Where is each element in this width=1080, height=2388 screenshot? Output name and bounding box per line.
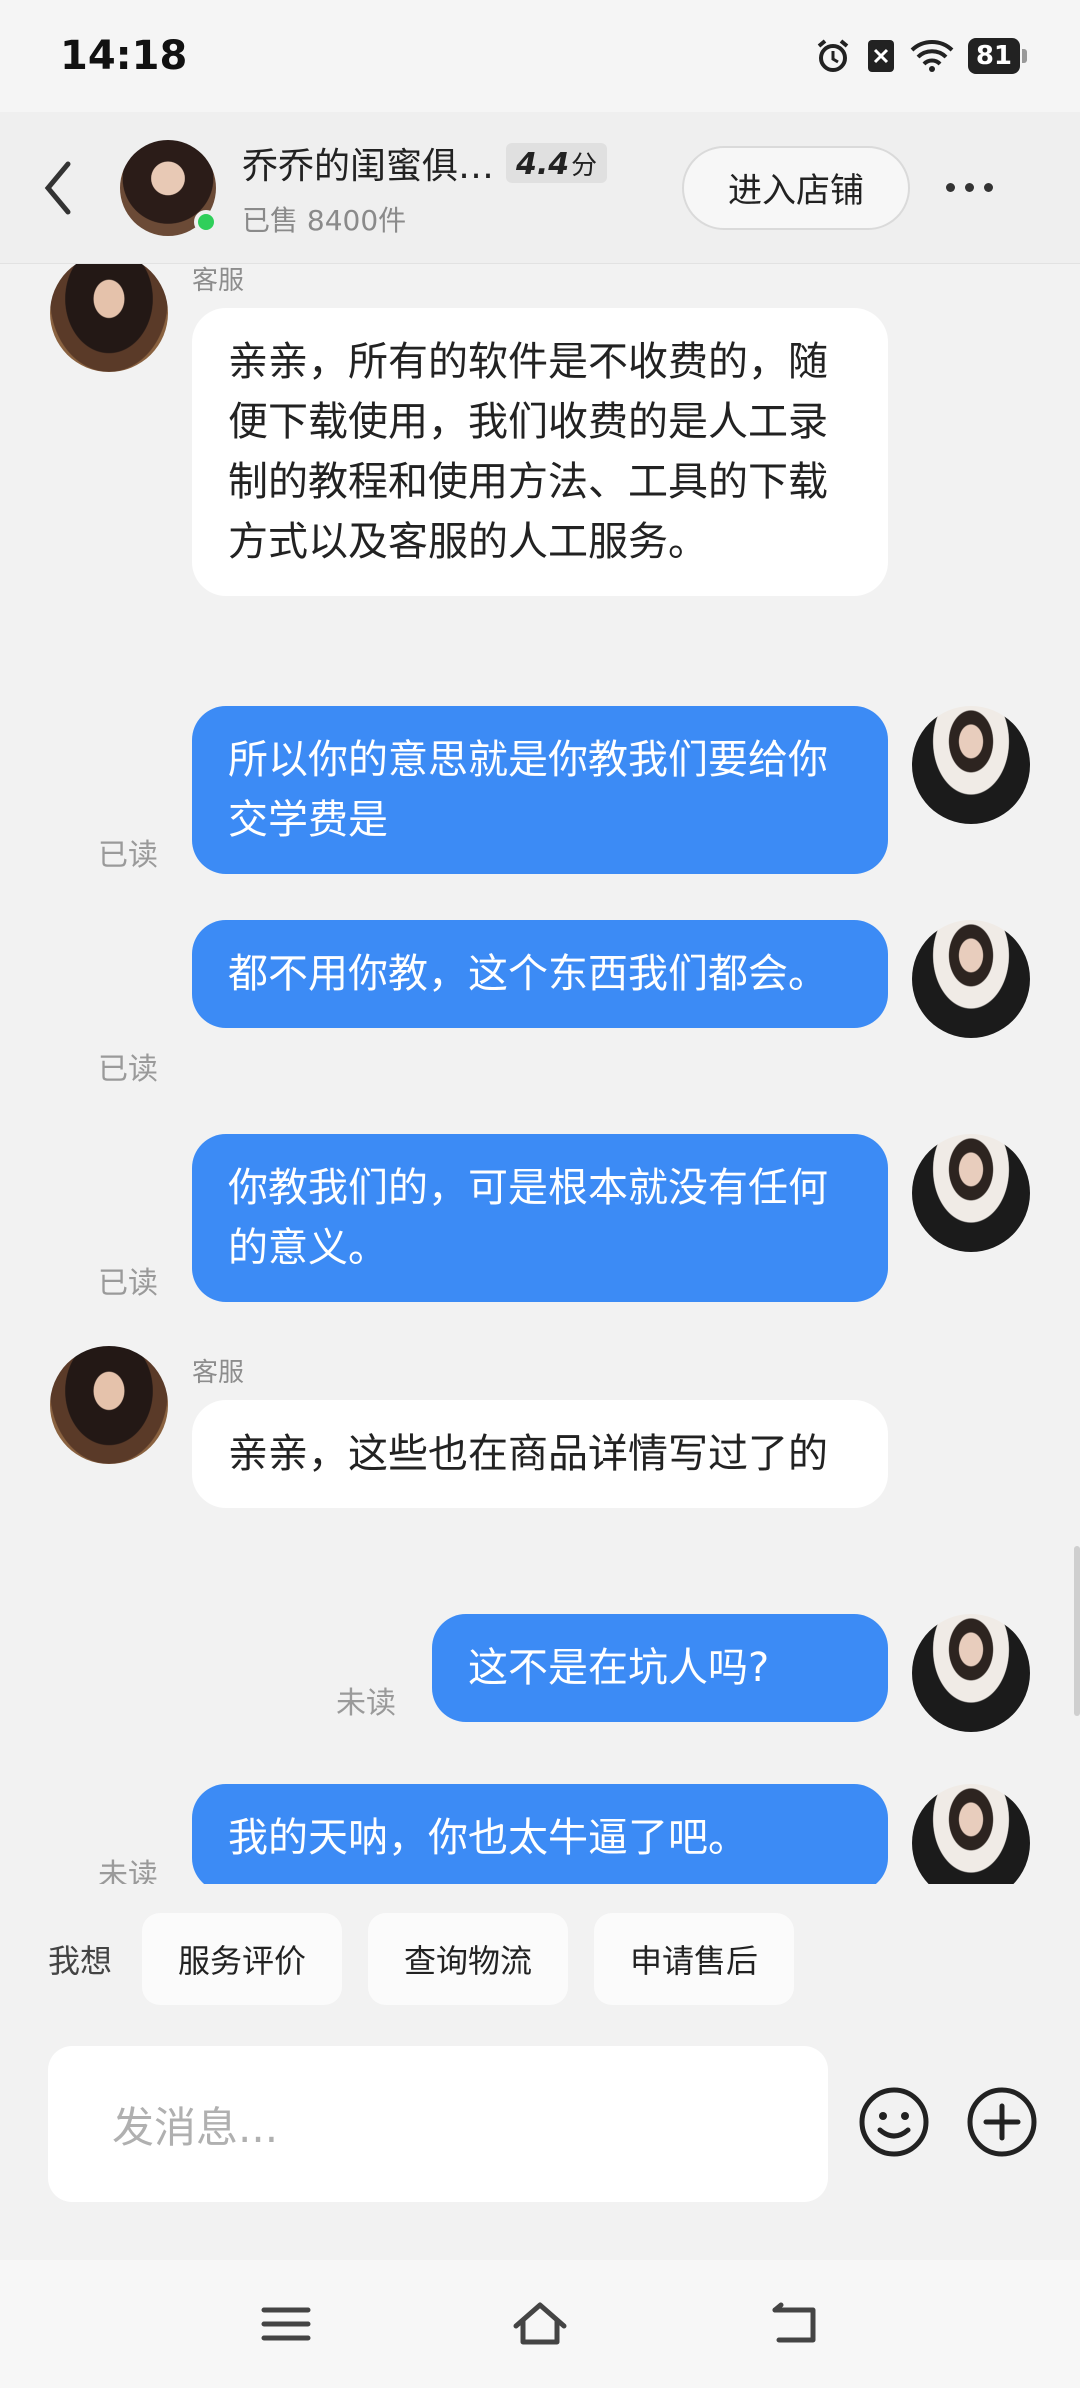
shop-name: 乔乔的闺蜜俱… [242, 145, 495, 187]
read-status: 未读 [336, 1686, 396, 1721]
user-avatar[interactable] [912, 1134, 1030, 1252]
scrollbar-thumb[interactable] [1074, 1546, 1080, 1716]
chat-message-list[interactable]: 客服 亲亲，所有的软件是不收费的，随便下载使用，我们收费的是人工录制的教程和使用… [0, 264, 1080, 1884]
message-composer: 发消息... [0, 2034, 1080, 2260]
system-navigation-bar [0, 2260, 1080, 2388]
menu-icon[interactable] [261, 2304, 311, 2344]
shop-agent-avatar[interactable] [50, 264, 168, 372]
chevron-left-icon [44, 161, 71, 214]
back-nav-icon[interactable] [769, 2302, 819, 2346]
quick-actions-bar: 我想 服务评价 查询物流 申请售后 [0, 1884, 1080, 2034]
status-time: 14:18 [60, 33, 188, 79]
outgoing-message-bubble[interactable]: 这不是在坑人吗? [432, 1614, 888, 1722]
incoming-message-bubble[interactable]: 亲亲，这些也在商品详情写过了的 [192, 1400, 888, 1508]
user-avatar[interactable] [912, 920, 1030, 1038]
sender-label: 客服 [192, 266, 245, 296]
shop-avatar[interactable] [120, 139, 218, 236]
alarm-icon [817, 39, 849, 72]
track-logistics-button[interactable]: 查询物流 [368, 1913, 569, 2005]
outgoing-message-bubble[interactable]: 所以你的意思就是你教我们要给你交学费是 [192, 706, 888, 874]
read-status: 已读 [98, 1052, 158, 1087]
online-status-dot [194, 209, 218, 234]
battery-indicator: 81 [967, 38, 1028, 74]
user-avatar[interactable] [912, 1614, 1030, 1732]
user-avatar[interactable] [912, 1784, 1030, 1884]
rating-value: 4.4 [516, 146, 570, 182]
notification-blocked-icon [867, 40, 894, 72]
back-button[interactable] [40, 148, 112, 228]
shop-agent-avatar[interactable] [50, 1346, 168, 1464]
dot-icon [946, 183, 955, 192]
sold-count: 已售 8400件 [242, 203, 407, 237]
enter-shop-button[interactable]: 进入店铺 [682, 145, 910, 230]
chat-header: 乔乔的闺蜜俱… 4.4 分 已售 8400件 进入店铺 [0, 112, 1080, 264]
read-status: 未读 [98, 1858, 158, 1884]
status-bar: 14:18 81 [0, 0, 1080, 112]
incoming-message-bubble[interactable]: 亲亲，所有的软件是不收费的，随便下载使用，我们收费的是人工录制的教程和使用方法、… [192, 308, 888, 596]
read-status: 已读 [98, 1266, 158, 1301]
wifi-icon [910, 40, 954, 72]
service-review-button[interactable]: 服务评价 [142, 1913, 343, 2005]
outgoing-message-bubble[interactable]: 我的天呐，你也太牛逼了吧。 [192, 1784, 888, 1884]
more-options-button[interactable] [946, 183, 993, 192]
dot-icon [965, 183, 974, 192]
shop-rating: 4.4 分 [506, 142, 608, 183]
dot-icon [984, 183, 993, 192]
rating-unit: 分 [571, 150, 598, 181]
emoji-icon[interactable] [856, 2084, 932, 2160]
plus-icon[interactable] [964, 2084, 1040, 2160]
read-status: 已读 [98, 838, 158, 873]
status-icons: 81 [814, 37, 1028, 75]
user-avatar[interactable] [912, 706, 1030, 824]
home-icon[interactable] [511, 2300, 569, 2348]
quick-actions-label: 我想 [48, 1942, 113, 1980]
message-input[interactable]: 发消息... [48, 2046, 828, 2202]
outgoing-message-bubble[interactable]: 都不用你教，这个东西我们都会。 [192, 920, 888, 1028]
outgoing-message-bubble[interactable]: 你教我们的，可是根本就没有任何的意义。 [192, 1134, 888, 1302]
shop-info[interactable]: 乔乔的闺蜜俱… 4.4 分 已售 8400件 [242, 137, 662, 239]
sender-label: 客服 [192, 1358, 245, 1388]
after-sales-button[interactable]: 申请售后 [594, 1913, 795, 2005]
